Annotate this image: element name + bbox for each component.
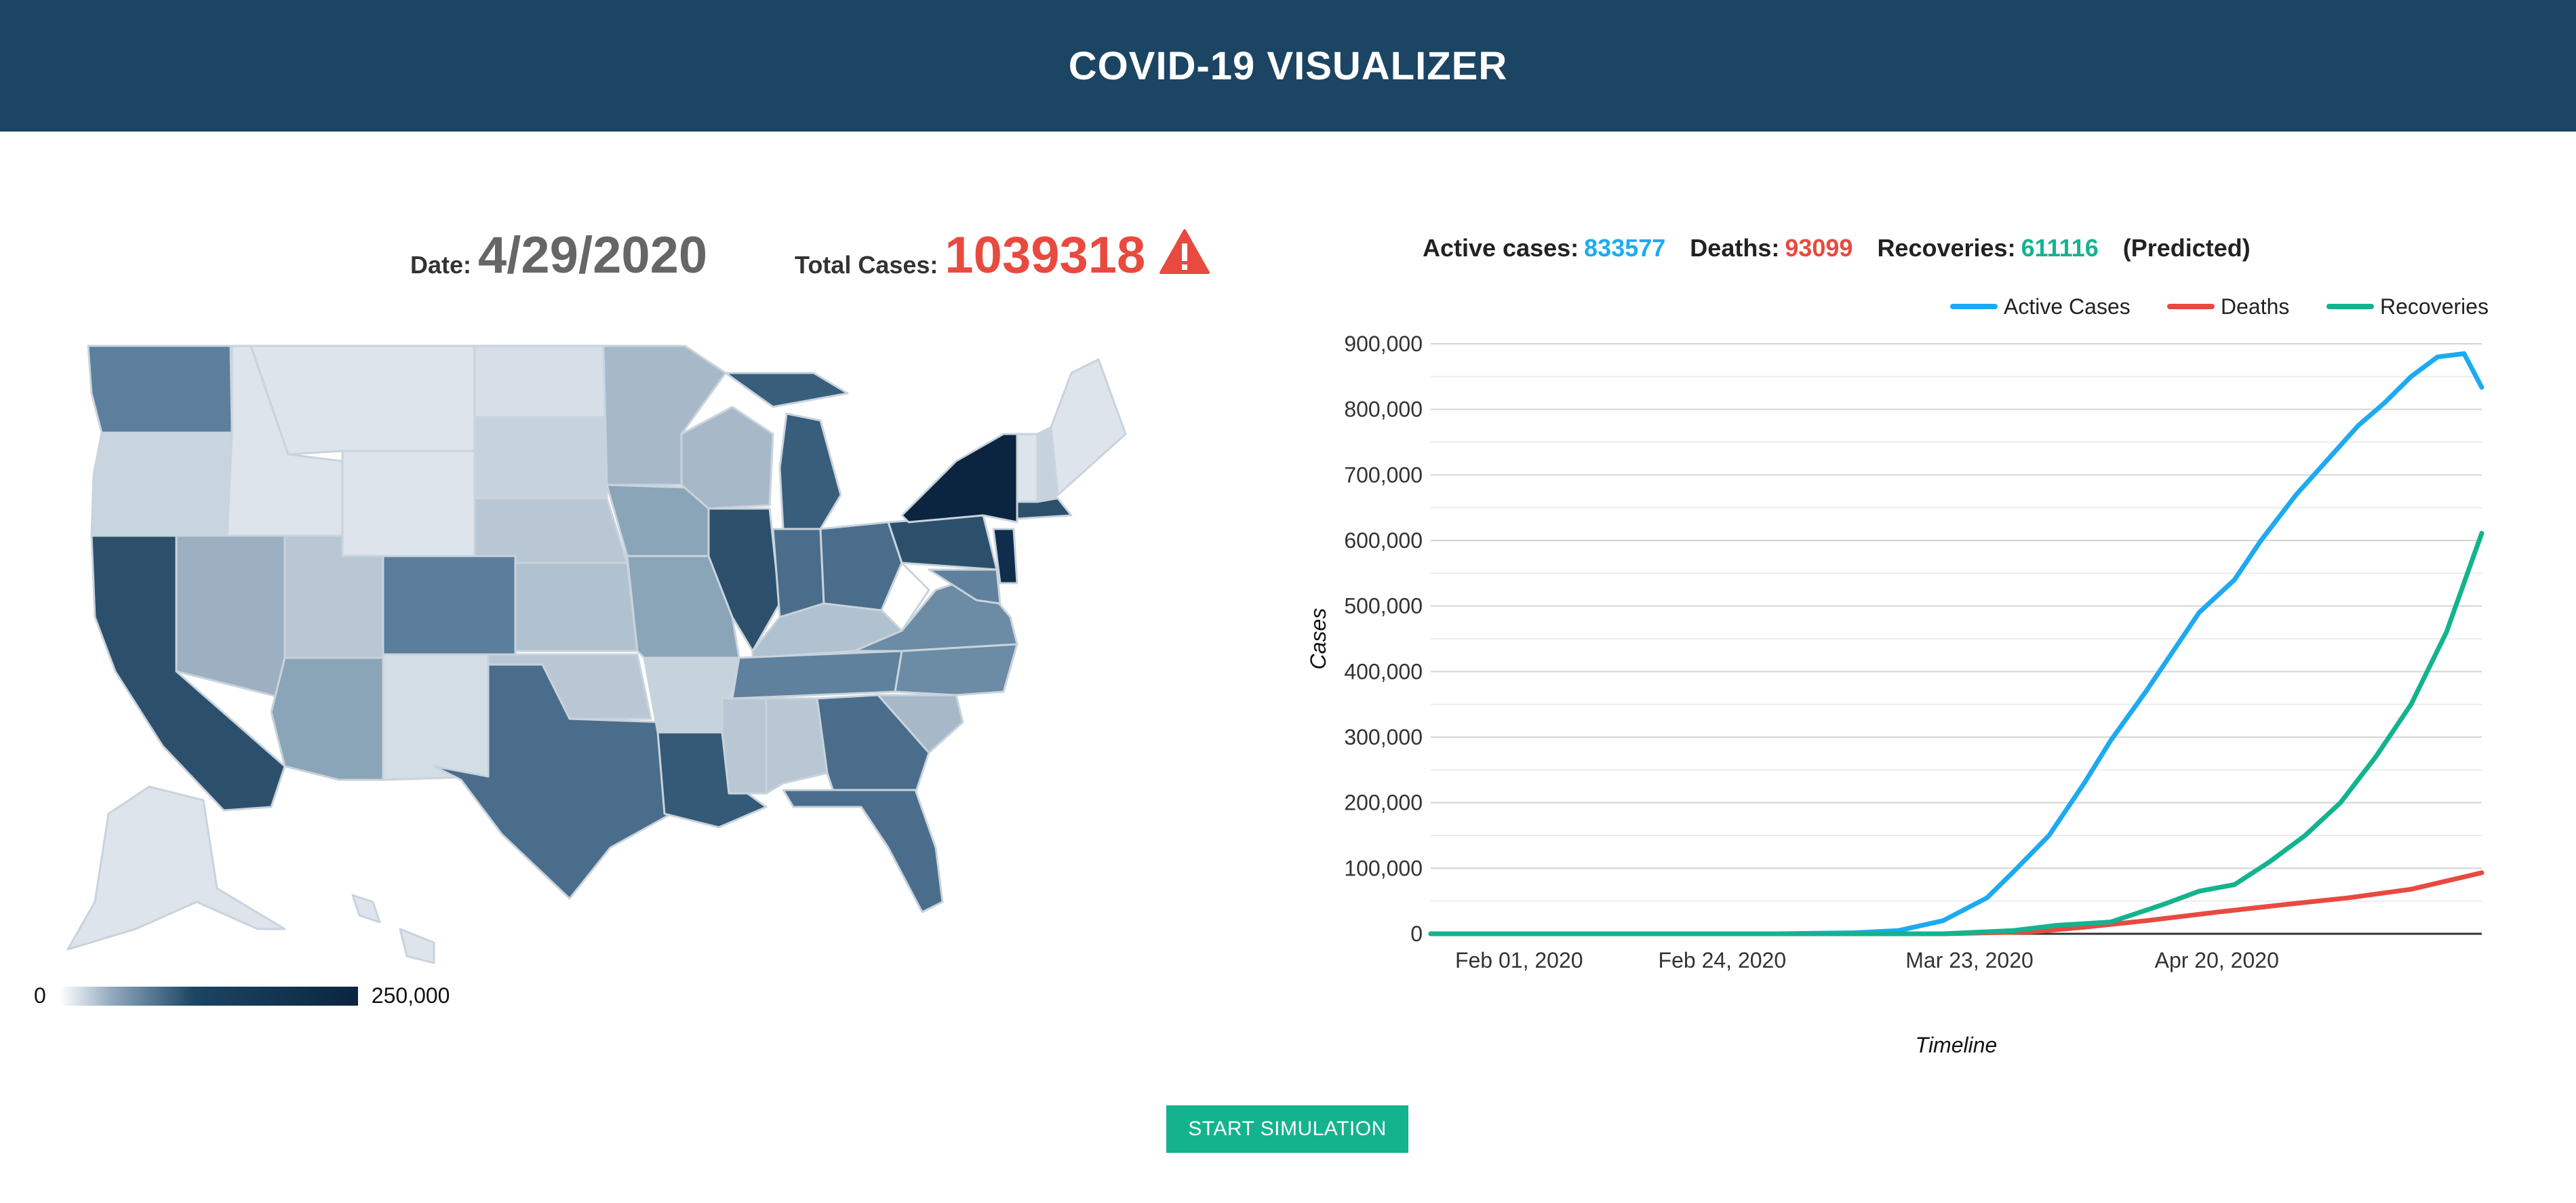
state-indiana[interactable] xyxy=(772,528,825,618)
state-nebraska[interactable] xyxy=(473,497,629,564)
state-oregon[interactable] xyxy=(90,431,233,537)
predicted-stats: Active cases: 833577 Deaths: 93099 Recover… xyxy=(1423,234,2251,262)
y-tick-label: 700,000 xyxy=(1344,462,1423,487)
state-vermont[interactable] xyxy=(1016,433,1039,503)
y-tick-label: 0 xyxy=(1410,922,1423,946)
legend-gradient-bar xyxy=(59,986,358,1006)
y-tick-label: 100,000 xyxy=(1344,856,1423,880)
legend-max-label: 250,000 xyxy=(371,983,450,1008)
cases-line-chart: 0 100,000 200,000 300,000 400,000 500,000 600,… xyxy=(1309,294,2489,1057)
state-kansas[interactable] xyxy=(514,561,639,652)
legend-label-recoveries: Recoveries xyxy=(2380,294,2489,319)
date-value: 4/29/2020 xyxy=(478,226,708,284)
deaths-stat: Deaths: 93099 xyxy=(1690,234,1852,262)
state-north-carolina[interactable] xyxy=(894,643,1018,696)
deaths-label: Deaths: xyxy=(1690,234,1780,262)
state-maine[interactable] xyxy=(1050,358,1127,496)
state-wisconsin[interactable] xyxy=(680,406,774,510)
y-tick-label: 400,000 xyxy=(1344,659,1423,684)
legend-min-label: 0 xyxy=(34,983,46,1008)
x-tick-label: Apr 20, 2020 xyxy=(2155,948,2279,972)
state-hawaii[interactable] xyxy=(351,894,435,964)
recoveries-label: Recoveries: xyxy=(1877,234,2016,262)
warning-triangle-icon xyxy=(1159,229,1210,278)
y-tick-label: 800,000 xyxy=(1344,397,1423,422)
deaths-value: 93099 xyxy=(1785,234,1853,262)
map-color-legend: 0 250,000 xyxy=(34,983,450,1008)
legend-label-active-cases: Active Cases xyxy=(2004,294,2131,319)
legend-label-deaths: Deaths xyxy=(2221,294,2289,319)
state-montana[interactable] xyxy=(250,344,476,456)
x-tick-label: Feb 24, 2020 xyxy=(1659,948,1787,972)
recoveries-value: 611116 xyxy=(2021,234,2099,262)
start-simulation-button[interactable]: START SIMULATION xyxy=(1166,1105,1408,1153)
state-pennsylvania[interactable] xyxy=(887,514,998,571)
y-tick-label: 600,000 xyxy=(1344,528,1423,553)
state-colorado[interactable] xyxy=(382,555,517,656)
total-cases-label: Total Cases: xyxy=(795,251,938,279)
state-nevada[interactable] xyxy=(175,534,286,700)
series-line-recoveries xyxy=(1428,530,2484,936)
series-line-deaths xyxy=(1428,870,2484,936)
x-tick-label: Feb 01, 2020 xyxy=(1455,948,1583,972)
recoveries-stat: Recoveries: 611116 xyxy=(1877,234,2098,262)
state-north-dakota[interactable] xyxy=(473,344,608,418)
state-wyoming[interactable] xyxy=(341,450,476,557)
state-south-dakota[interactable] xyxy=(473,416,608,500)
total-cases-display: Total Cases: 1039318 xyxy=(795,203,1210,285)
state-tennessee[interactable] xyxy=(731,650,903,700)
date-display: Date: 4/29/2020 xyxy=(410,203,707,285)
state-new-mexico[interactable] xyxy=(382,653,490,781)
state-mississippi[interactable] xyxy=(721,697,768,795)
series-line-active-cases xyxy=(1428,351,2484,936)
x-axis-label: Timeline xyxy=(1916,1033,1998,1057)
active-stat: Active cases: 833577 xyxy=(1423,234,1665,262)
active-value: 833577 xyxy=(1584,234,1666,262)
y-axis-label: Cases xyxy=(1309,608,1330,670)
y-tick-label: 300,000 xyxy=(1344,725,1423,749)
y-tick-label: 900,000 xyxy=(1344,332,1423,356)
y-tick-label: 500,000 xyxy=(1344,594,1423,618)
state-florida[interactable] xyxy=(782,789,944,913)
state-washington[interactable] xyxy=(87,344,233,434)
active-label: Active cases: xyxy=(1423,234,1579,262)
state-new-york[interactable] xyxy=(900,433,1018,524)
total-cases-value: 1039318 xyxy=(945,226,1146,284)
x-tick-label: Mar 23, 2020 xyxy=(1905,948,2034,972)
state-arizona[interactable] xyxy=(270,656,384,781)
us-choropleth-map[interactable] xyxy=(54,332,1180,983)
app-header: COVID-19 VISUALIZER xyxy=(0,0,2576,132)
y-tick-label: 200,000 xyxy=(1344,791,1423,815)
date-label: Date: xyxy=(410,251,472,279)
predicted-label: (Predicted) xyxy=(2122,234,2251,262)
app-title: COVID-19 VISUALIZER xyxy=(1068,43,1508,88)
state-alaska[interactable] xyxy=(66,785,286,951)
